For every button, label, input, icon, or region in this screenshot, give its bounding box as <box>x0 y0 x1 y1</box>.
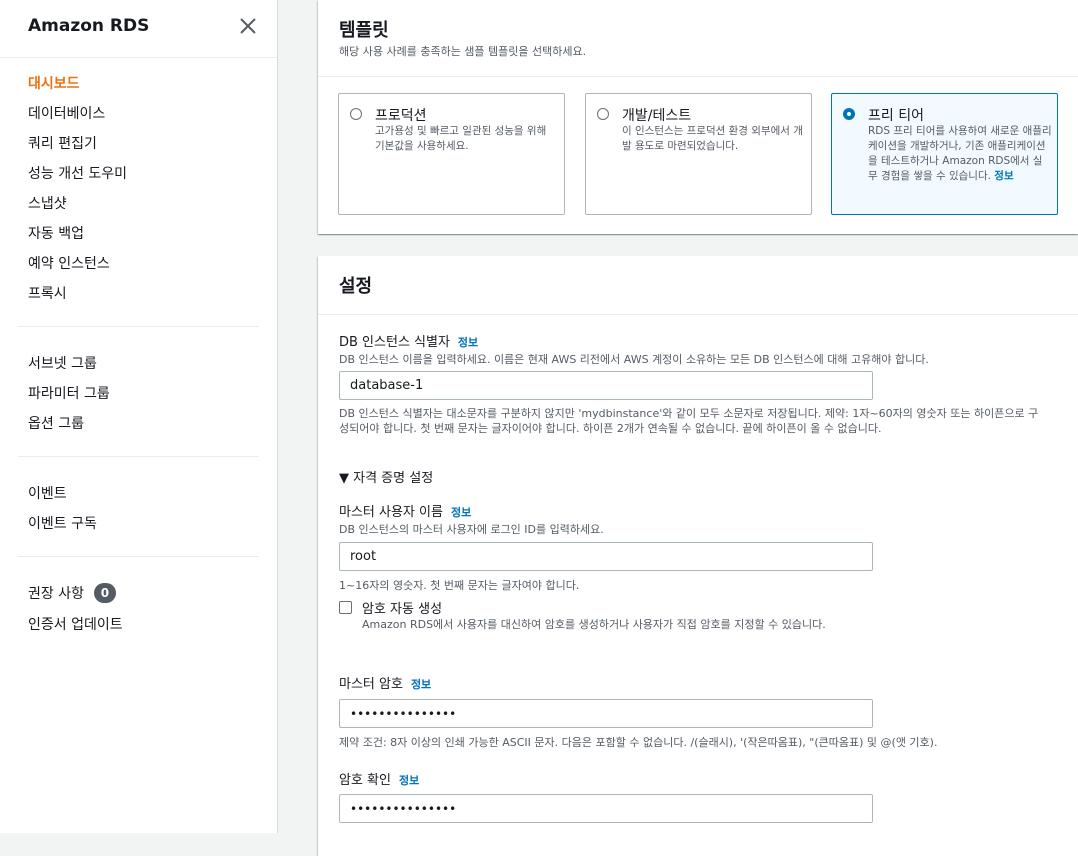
sidebar-item-reserved-instances[interactable]: 예약 인스턴스 <box>28 253 110 273</box>
recommendations-count-badge: 0 <box>93 583 116 603</box>
master-username-description: DB 인스턴스의 마스터 사용자에 로그인 ID를 입력하세요. <box>339 523 604 536</box>
sidebar-item-option-groups[interactable]: 옵션 그룹 <box>28 413 84 433</box>
info-link[interactable]: 정보 <box>451 506 471 519</box>
master-password-label: 마스터 암호 정보 <box>339 677 432 692</box>
sidebar-divider <box>18 556 259 557</box>
auto-generate-password-label: 암호 자동 생성 <box>362 602 443 617</box>
templates-title: 템플릿 <box>339 20 389 41</box>
sidebar-item-parameter-groups[interactable]: 파라미터 그룹 <box>28 383 110 403</box>
master-password-constraint: 제약 조건: 8자 이상의 인쇄 가능한 ASCII 문자. 다음은 포함할 수… <box>339 736 938 749</box>
templates-description: 해당 사용 사례를 충족하는 샘플 템플릿을 선택하세요. <box>339 45 587 58</box>
sidebar-item-performance-insights[interactable]: 성능 개선 도우미 <box>28 163 127 183</box>
master-username-input[interactable] <box>339 542 873 571</box>
radio-button-selected[interactable] <box>843 108 855 120</box>
sidebar-title: Amazon RDS <box>28 16 150 36</box>
db-identifier-label: DB 인스턴스 식별자 정보 <box>339 335 479 350</box>
master-username-constraint: 1~16자의 영숫자. 첫 번째 문자는 글자여야 합니다. <box>339 579 580 592</box>
info-link[interactable]: 정보 <box>399 774 419 787</box>
template-option-description: 이 인스턴스는 프로덕션 환경 외부에서 개발 용도로 마련되었습니다. <box>622 125 803 152</box>
radio-button[interactable] <box>597 108 609 120</box>
template-option-dev-test[interactable]: 개발/테스트 이 인스턴스는 프로덕션 환경 외부에서 개발 용도로 마련되었습… <box>585 93 812 215</box>
sidebar-divider <box>18 456 259 457</box>
sidebar-item-snapshots[interactable]: 스냅샷 <box>28 193 67 213</box>
template-option-description: RDS 프리 티어를 사용하여 새로운 애플리케이션을 개발하거나, 기존 애플… <box>868 125 1052 182</box>
credentials-settings-expander[interactable]: ▼ 자격 증명 설정 <box>339 467 433 486</box>
sidebar-item-automated-backups[interactable]: 자동 백업 <box>28 223 84 243</box>
sidebar-item-proxies[interactable]: 프록시 <box>28 283 67 303</box>
sidebar-header: Amazon RDS <box>0 0 277 58</box>
master-password-input[interactable] <box>339 699 873 728</box>
confirm-password-input[interactable] <box>339 794 873 823</box>
template-option-free-tier[interactable]: 프리 티어 RDS 프리 티어를 사용하여 새로운 애플리케이션을 개발하거나,… <box>831 93 1058 215</box>
sidebar-item-events[interactable]: 이벤트 <box>28 483 67 503</box>
settings-header: 설정 <box>318 256 1078 315</box>
sidebar-item-label: 권장 사항 <box>28 586 84 602</box>
sidebar-item-event-subscriptions[interactable]: 이벤트 구독 <box>28 513 97 533</box>
sidebar: Amazon RDS 대시보드 데이터베이스 쿼리 편집기 성능 개선 도우미 … <box>0 0 278 833</box>
template-option-description: 고가용성 및 빠르고 일관된 성능을 위해 기본값을 사용하세요. <box>375 125 547 152</box>
sidebar-item-dashboard[interactable]: 대시보드 <box>28 73 80 93</box>
auto-generate-password-checkbox[interactable] <box>339 601 352 614</box>
settings-panel: 설정 DB 인스턴스 식별자 정보 DB 인스턴스 이름을 입력하세요. 이름은 … <box>318 256 1078 856</box>
info-link[interactable]: 정보 <box>411 678 431 691</box>
info-link[interactable]: 정보 <box>458 336 478 349</box>
info-link[interactable]: 정보 <box>994 170 1013 182</box>
sidebar-item-recommendations[interactable]: 권장 사항 0 <box>28 583 116 603</box>
db-identifier-constraint: DB 인스턴스 식별자는 대소문자를 구분하지 않지만 'mydbinstanc… <box>339 407 1039 435</box>
db-identifier-input[interactable] <box>339 371 873 400</box>
sidebar-item-databases[interactable]: 데이터베이스 <box>28 103 105 123</box>
sidebar-item-subnet-groups[interactable]: 서브넷 그룹 <box>28 353 97 373</box>
auto-generate-password-description: Amazon RDS에서 사용자를 대신하여 암호를 생성하거나 사용자가 직접… <box>362 618 826 631</box>
master-username-label: 마스터 사용자 이름 정보 <box>339 505 472 520</box>
settings-title: 설정 <box>339 276 373 297</box>
close-icon[interactable] <box>238 16 258 36</box>
sidebar-item-certificate-update[interactable]: 인증서 업데이트 <box>28 614 123 634</box>
template-option-production[interactable]: 프로덕션 고가용성 및 빠르고 일관된 성능을 위해 기본값을 사용하세요. <box>338 93 565 215</box>
db-identifier-description: DB 인스턴스 이름을 입력하세요. 이름은 현재 AWS 리전에서 AWS 계… <box>339 353 929 366</box>
templates-header: 템플릿 해당 사용 사례를 충족하는 샘플 템플릿을 선택하세요. <box>318 0 1078 77</box>
sidebar-item-query-editor[interactable]: 쿼리 편집기 <box>28 133 97 153</box>
template-option-title: 프리 티어 <box>868 108 924 124</box>
template-option-title: 개발/테스트 <box>622 108 692 124</box>
confirm-password-label: 암호 확인 정보 <box>339 773 420 788</box>
template-option-title: 프로덕션 <box>375 108 427 124</box>
templates-panel: 템플릿 해당 사용 사례를 충족하는 샘플 템플릿을 선택하세요. 프로덕션 고… <box>318 0 1078 234</box>
sidebar-divider <box>18 326 259 327</box>
radio-button[interactable] <box>350 108 362 120</box>
